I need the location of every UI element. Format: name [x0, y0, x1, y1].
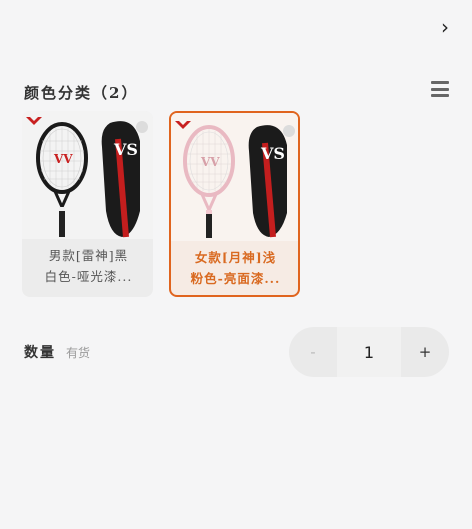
variant-option-pink[interactable]: VV VS 女款[月神]浅 粉色-亮面漆...	[169, 111, 300, 297]
quantity-value[interactable]: 1	[337, 327, 401, 377]
variant-image: VV VS	[22, 111, 153, 239]
variant-label-line: 男款[雷神]黑	[48, 248, 129, 263]
variant-option-black[interactable]: VV VS 男款[雷神]黑 白色-哑光漆...	[22, 111, 153, 297]
quantity-stepper[interactable]: - 1 +	[289, 327, 449, 377]
variant-label: 男款[雷神]黑 白色-哑光漆...	[22, 241, 153, 297]
svg-text:VV: VV	[200, 155, 220, 169]
svg-text:VS: VS	[113, 140, 138, 159]
increase-button[interactable]: +	[401, 327, 449, 377]
svg-text:VS: VS	[260, 144, 285, 163]
variant-label-line: 粉色-亮面漆...	[190, 271, 281, 286]
variant-image: VV VS	[171, 113, 298, 241]
variant-label-line: 白色-哑光漆...	[44, 269, 133, 284]
variant-label: 女款[月神]浅 粉色-亮面漆...	[171, 243, 298, 295]
list-view-icon[interactable]	[428, 78, 452, 100]
stock-status: 有货	[66, 346, 91, 360]
chevron-right-icon[interactable]: ›	[432, 14, 458, 40]
quantity-label: 数量	[24, 345, 56, 361]
variant-label-line: 女款[月神]浅	[194, 250, 277, 265]
decrease-button[interactable]: -	[289, 327, 337, 377]
svg-text:VV: VV	[53, 152, 73, 166]
racket-image-icon: VV VS	[175, 121, 295, 238]
color-category-title: 颜色分类（2）	[24, 84, 139, 102]
product-options-panel: › 颜色分类（2） VV VS 男款[雷神]黑 白色-哑光漆... VV VS …	[0, 0, 472, 529]
racket-image-icon: VV VS	[26, 117, 148, 238]
